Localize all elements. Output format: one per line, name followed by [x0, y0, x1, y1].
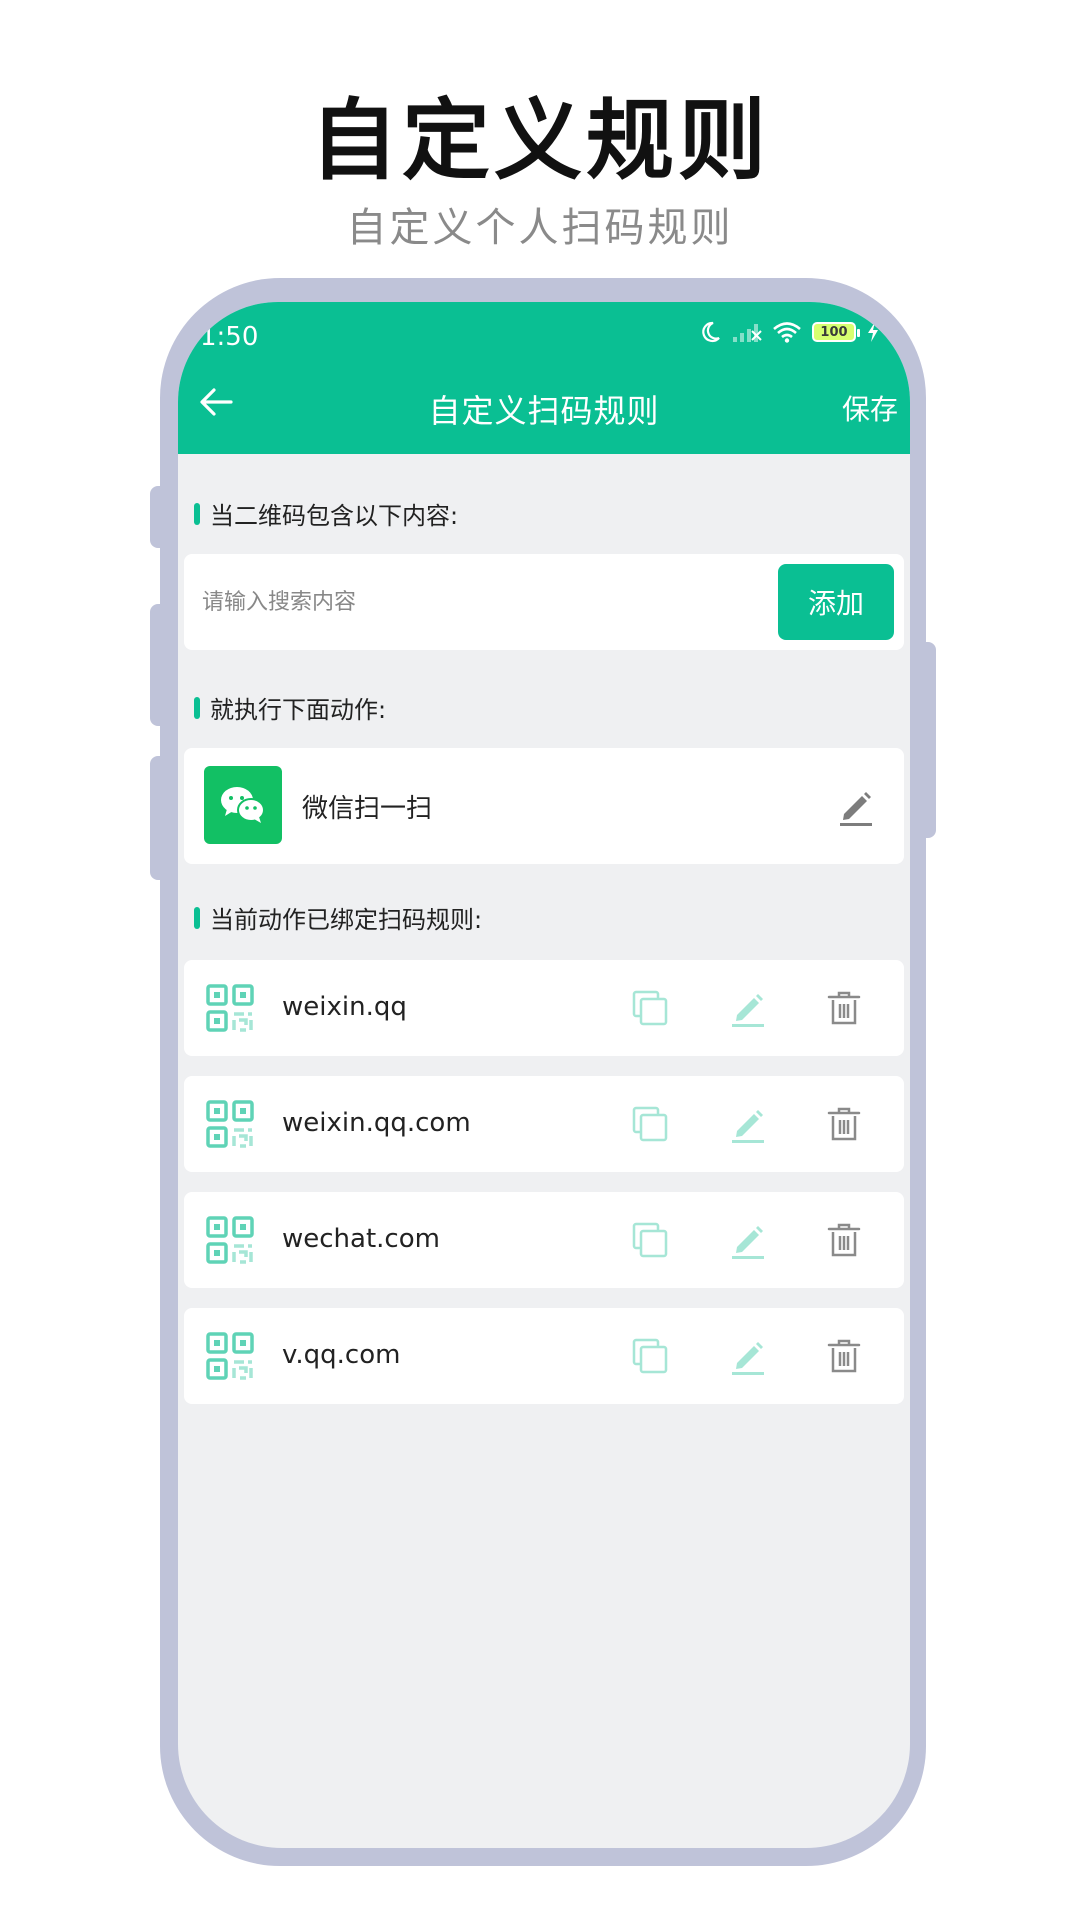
- search-input[interactable]: [202, 578, 742, 626]
- signal-icon: [733, 324, 762, 342]
- app-header: 1:50 100 自定义扫码规则 保存: [178, 302, 910, 454]
- rule-row: v.qq.com: [184, 1308, 904, 1404]
- pencil-icon[interactable]: [728, 1104, 768, 1144]
- wechat-tile: [204, 766, 282, 844]
- section-label-contains: 当二维码包含以下内容:: [194, 496, 458, 531]
- section-label-text: 当前动作已绑定扫码规则:: [210, 906, 483, 934]
- qr-code-icon: [206, 1332, 254, 1380]
- promo-title: 自定义规则: [309, 89, 770, 192]
- phone-screen: 1:50 100 自定义扫码规则 保存 当二维码包含以下内容: 请输入搜索内容 …: [178, 302, 910, 1848]
- rule-row: weixin.qq.com: [184, 1076, 904, 1172]
- section-label-bound: 当前动作已绑定扫码规则:: [194, 900, 482, 935]
- wechat-icon: [221, 787, 265, 823]
- rule-row: weixin.qq: [184, 960, 904, 1056]
- trash-icon[interactable]: [824, 1336, 864, 1376]
- trash-icon[interactable]: [824, 988, 864, 1028]
- status-icons: 100: [698, 320, 880, 344]
- add-button[interactable]: 添加: [778, 564, 894, 640]
- qr-code-icon: [206, 984, 254, 1032]
- action-name: 微信扫一扫: [302, 794, 433, 824]
- charging-icon: [868, 322, 878, 342]
- qr-code-icon: [206, 1216, 254, 1264]
- rule-row: wechat.com: [184, 1192, 904, 1288]
- page-title: 自定义扫码规则: [428, 392, 660, 430]
- section-accent-bar: [194, 696, 200, 719]
- status-time: 1:50: [200, 322, 259, 352]
- copy-icon[interactable]: [630, 1220, 670, 1260]
- trash-icon[interactable]: [824, 1220, 864, 1260]
- pencil-icon[interactable]: [728, 1336, 768, 1376]
- promo-subtitle: 自定义个人扫码规则: [346, 205, 734, 251]
- save-button[interactable]: 保存: [842, 388, 898, 428]
- section-label-action: 就执行下面动作:: [194, 690, 386, 725]
- pencil-icon[interactable]: [834, 784, 878, 828]
- section-label-text: 就执行下面动作:: [210, 696, 387, 724]
- copy-icon[interactable]: [630, 1336, 670, 1376]
- copy-icon[interactable]: [630, 1104, 670, 1144]
- rule-text: wechat.com: [282, 1224, 440, 1254]
- rule-text: weixin.qq.com: [282, 1108, 471, 1138]
- section-accent-bar: [194, 906, 200, 929]
- copy-icon[interactable]: [630, 988, 670, 1028]
- search-card: 添加: [184, 554, 904, 650]
- trash-icon[interactable]: [824, 1104, 864, 1144]
- moon-icon: [702, 321, 720, 343]
- section-accent-bar: [194, 502, 200, 525]
- rule-text: weixin.qq: [282, 992, 407, 1022]
- rule-text: v.qq.com: [282, 1340, 401, 1370]
- qr-code-icon: [206, 1100, 254, 1148]
- action-card[interactable]: 微信扫一扫: [184, 748, 904, 864]
- pencil-icon[interactable]: [728, 1220, 768, 1260]
- wifi-icon: [773, 322, 801, 343]
- battery-icon: 100: [812, 322, 860, 342]
- pencil-icon[interactable]: [728, 988, 768, 1028]
- section-label-text: 当二维码包含以下内容:: [210, 502, 459, 530]
